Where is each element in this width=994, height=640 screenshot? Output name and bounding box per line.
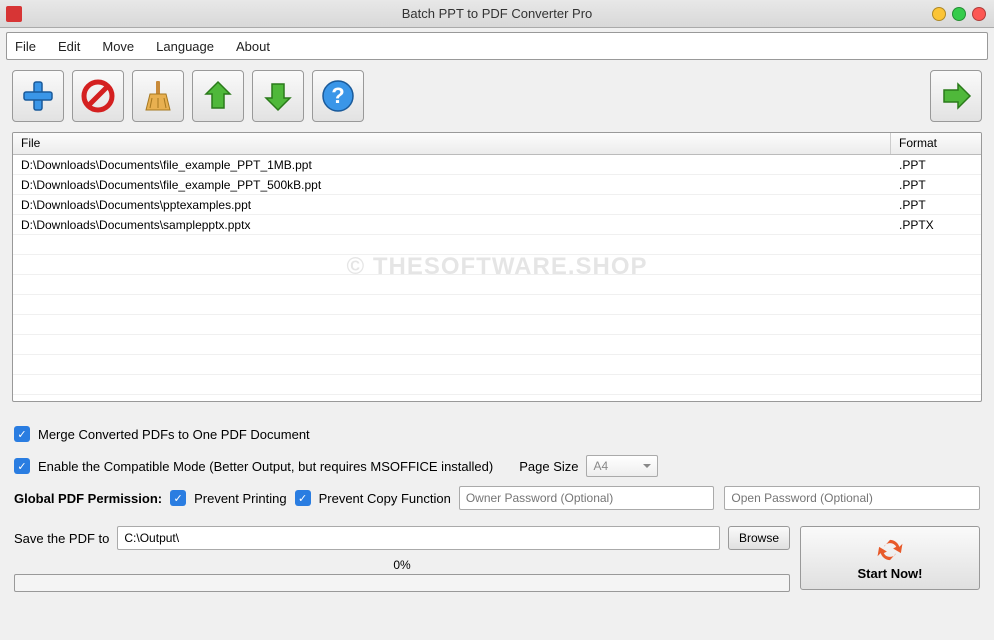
- table-row[interactable]: D:\Downloads\Documents\pptexamples.ppt.P…: [13, 195, 981, 215]
- help-button[interactable]: ?: [312, 70, 364, 122]
- table-row[interactable]: D:\Downloads\Documents\file_example_PPT_…: [13, 155, 981, 175]
- menu-file[interactable]: File: [15, 39, 36, 54]
- file-format-cell: .PPT: [891, 198, 981, 212]
- menu-move[interactable]: Move: [102, 39, 134, 54]
- file-list-panel: File Format D:\Downloads\Documents\file_…: [12, 132, 982, 402]
- options-area: Merge Converted PDFs to One PDF Document…: [0, 406, 994, 526]
- browse-button[interactable]: Browse: [728, 526, 790, 550]
- toolbar: ?: [0, 64, 994, 128]
- compat-checkbox[interactable]: [14, 458, 30, 474]
- add-button[interactable]: [12, 70, 64, 122]
- permission-label: Global PDF Permission:: [14, 491, 162, 506]
- save-path-input[interactable]: [117, 526, 720, 550]
- save-label: Save the PDF to: [14, 531, 109, 546]
- merge-label: Merge Converted PDFs to One PDF Document: [38, 427, 310, 442]
- menu-edit[interactable]: Edit: [58, 39, 80, 54]
- close-button[interactable]: [972, 7, 986, 21]
- arrow-right-icon: [938, 78, 974, 114]
- menu-language[interactable]: Language: [156, 39, 214, 54]
- menu-bar: File Edit Move Language About: [6, 32, 988, 60]
- bottom-area: Save the PDF to Browse 0% Start Now!: [0, 526, 994, 602]
- start-button[interactable]: Start Now!: [800, 526, 980, 590]
- go-button[interactable]: [930, 70, 982, 122]
- file-list-header: File Format: [13, 133, 981, 155]
- app-icon: [6, 6, 22, 22]
- broom-icon: [140, 78, 176, 114]
- menu-about[interactable]: About: [236, 39, 270, 54]
- page-size-label: Page Size: [519, 459, 578, 474]
- open-password-input[interactable]: [724, 486, 980, 510]
- compat-label: Enable the Compatible Mode (Better Outpu…: [38, 459, 493, 474]
- minimize-button[interactable]: [932, 7, 946, 21]
- table-row[interactable]: D:\Downloads\Documents\samplepptx.pptx.P…: [13, 215, 981, 235]
- arrow-down-icon: [260, 78, 296, 114]
- page-size-select[interactable]: A4: [586, 455, 658, 477]
- window-title: Batch PPT to PDF Converter Pro: [402, 6, 593, 21]
- arrow-up-icon: [200, 78, 236, 114]
- prevent-print-checkbox[interactable]: [170, 490, 186, 506]
- file-path-cell: D:\Downloads\Documents\file_example_PPT_…: [13, 158, 891, 172]
- start-button-label: Start Now!: [858, 566, 923, 581]
- progress-text: 0%: [14, 558, 790, 572]
- merge-checkbox[interactable]: [14, 426, 30, 442]
- file-path-cell: D:\Downloads\Documents\file_example_PPT_…: [13, 178, 891, 192]
- file-path-cell: D:\Downloads\Documents\samplepptx.pptx: [13, 218, 891, 232]
- column-header-format[interactable]: Format: [891, 133, 981, 154]
- prevent-copy-label: Prevent Copy Function: [319, 491, 451, 506]
- table-row[interactable]: D:\Downloads\Documents\file_example_PPT_…: [13, 175, 981, 195]
- column-header-file[interactable]: File: [13, 133, 891, 154]
- move-down-button[interactable]: [252, 70, 304, 122]
- remove-button[interactable]: [72, 70, 124, 122]
- watermark: © THESOFTWARE.SHOP: [346, 253, 647, 281]
- clear-button[interactable]: [132, 70, 184, 122]
- move-up-button[interactable]: [192, 70, 244, 122]
- progress-bar: [14, 574, 790, 592]
- title-bar: Batch PPT to PDF Converter Pro: [0, 0, 994, 28]
- forbidden-icon: [80, 78, 116, 114]
- svg-text:?: ?: [331, 83, 344, 108]
- maximize-button[interactable]: [952, 7, 966, 21]
- owner-password-input[interactable]: [459, 486, 715, 510]
- plus-icon: [20, 78, 56, 114]
- prevent-print-label: Prevent Printing: [194, 491, 287, 506]
- file-path-cell: D:\Downloads\Documents\pptexamples.ppt: [13, 198, 891, 212]
- file-format-cell: .PPT: [891, 178, 981, 192]
- prevent-copy-checkbox[interactable]: [295, 490, 311, 506]
- refresh-icon: [876, 536, 904, 564]
- help-icon: ?: [320, 78, 356, 114]
- window-controls: [932, 7, 986, 21]
- file-format-cell: .PPTX: [891, 218, 981, 232]
- file-format-cell: .PPT: [891, 158, 981, 172]
